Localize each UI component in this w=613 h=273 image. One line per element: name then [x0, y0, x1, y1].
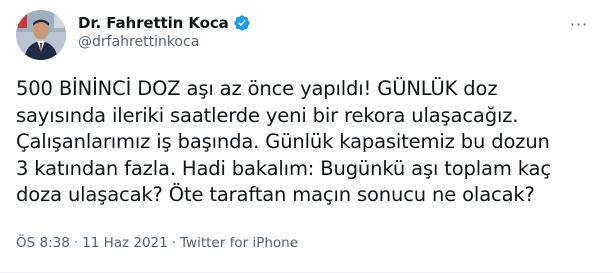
- tweet-time-link[interactable]: ÖS 8:38: [16, 235, 70, 251]
- more-options-icon: ···: [569, 14, 589, 34]
- author-handle[interactable]: @drfahrettinkoca: [78, 34, 199, 50]
- tweet-source-link[interactable]: Twitter for iPhone: [180, 235, 298, 251]
- tweet-date-link[interactable]: 11 Haz 2021: [82, 235, 168, 251]
- avatar-image: [16, 10, 66, 60]
- more-options-button[interactable]: ···: [565, 10, 593, 38]
- author-display-name[interactable]: Dr. Fahrettin Koca: [78, 14, 229, 32]
- tweet-text: 500 BİNİNCİ DOZ aşı az önce yapıldı! GÜN…: [16, 77, 551, 206]
- author-name-row[interactable]: Dr. Fahrettin Koca: [78, 12, 251, 34]
- verified-badge-icon: [233, 14, 251, 32]
- tweet-card: Dr. Fahrettin Koca @drfahrettinkoca ··· …: [0, 0, 613, 273]
- avatar[interactable]: [16, 10, 66, 60]
- tweet-meta: ÖS 8:38 · 11 Haz 2021 · Twitter for iPho…: [16, 235, 298, 251]
- meta-separator: ·: [171, 235, 177, 251]
- meta-separator: ·: [73, 235, 79, 251]
